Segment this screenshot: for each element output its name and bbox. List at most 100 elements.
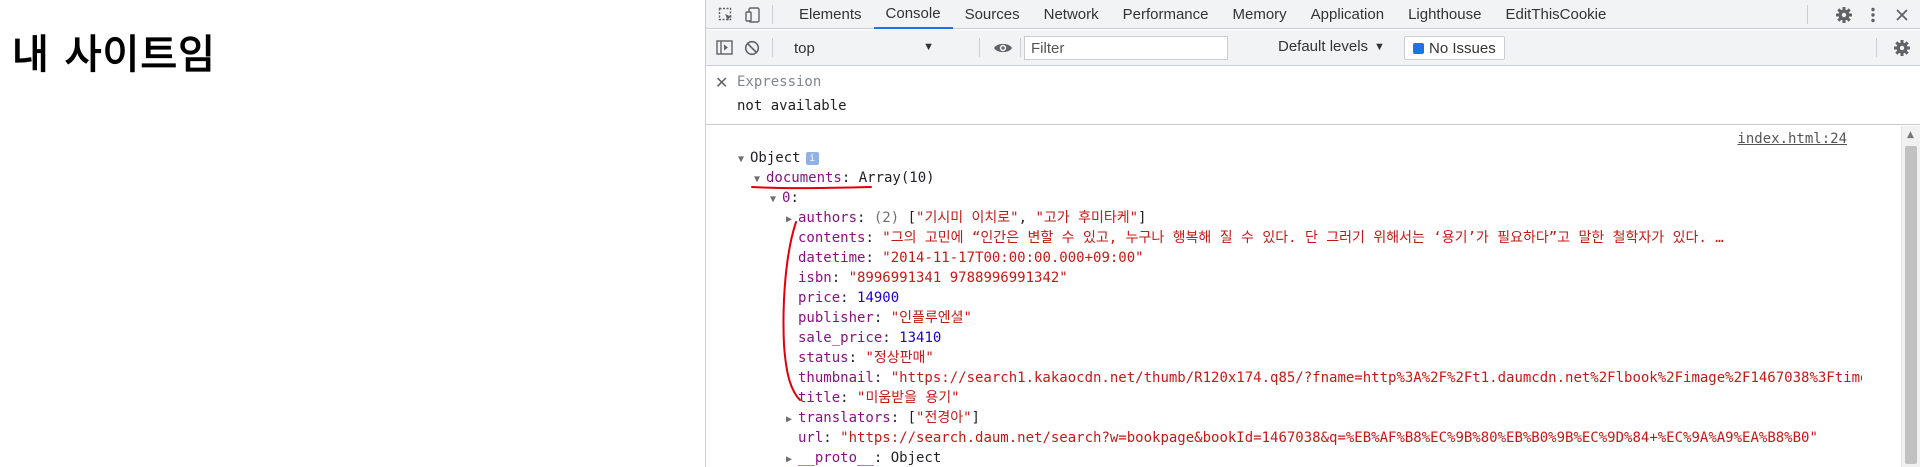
clear-console-icon[interactable] — [738, 33, 766, 62]
issues-button[interactable]: No Issues — [1404, 36, 1505, 60]
expand-arrow-icon[interactable]: ▼ — [738, 150, 750, 168]
expand-arrow-icon[interactable]: ▶ — [786, 210, 798, 228]
property-key: __proto__ — [798, 450, 874, 466]
context-value: top — [794, 39, 815, 57]
documents-row[interactable]: ▼ documents: Array(10) — [754, 168, 935, 188]
devtools-tabs: Elements Console Sources Network Perform… — [787, 0, 1618, 29]
property-key: thumbnail — [798, 370, 874, 386]
property-row-translators[interactable]: ▶ translators: ["전경아"] — [786, 408, 1862, 428]
log-levels-dropdown[interactable]: Default levels ▼ — [1278, 38, 1385, 55]
property-value: "그의 고민에 “인간은 변할 수 있고, 누구나 행복해 질 수 있다. 단 … — [882, 230, 1724, 246]
property-row-datetime[interactable]: datetime: "2014-11-17T00:00:00.000+09:00… — [786, 248, 1862, 268]
page-heading: 내 사이트임 — [12, 32, 216, 78]
tab-sources[interactable]: Sources — [953, 0, 1032, 29]
property-value: 14900 — [857, 290, 900, 306]
toolbar-divider — [772, 38, 773, 57]
property-row-contents[interactable]: contents: "그의 고민에 “인간은 변할 수 있고, 누구나 행복해 … — [786, 228, 1862, 248]
expression-name[interactable]: Expression — [737, 74, 821, 90]
info-icon[interactable]: i — [805, 152, 819, 165]
property-value: ["전경아"] — [907, 410, 980, 426]
property-row-status[interactable]: status: "정상판매" — [786, 348, 1862, 368]
property-key: price — [798, 290, 841, 306]
property-value: Object — [890, 450, 942, 466]
property-key: status — [798, 350, 849, 366]
property-key: title — [798, 390, 841, 406]
dropdown-arrow-icon: ▼ — [1374, 40, 1385, 53]
toolbar-divider — [772, 5, 773, 24]
inspect-element-icon[interactable] — [712, 0, 740, 29]
object-root-row[interactable]: ▼ Object i — [738, 148, 819, 168]
tab-network[interactable]: Network — [1032, 0, 1111, 29]
property-row-isbn[interactable]: isbn: "8996991341 9788996991342" — [786, 268, 1862, 288]
property-value: "정상판매" — [865, 350, 934, 366]
property-row-title[interactable]: title: "미움받을 용기" — [786, 388, 1862, 408]
property-value: "2014-11-17T00:00:00.000+09:00" — [882, 250, 1144, 266]
expression-value: not available — [737, 98, 847, 114]
property-row-thumbnail[interactable]: thumbnail: "https://search1.kakaocdn.net… — [786, 368, 1862, 388]
property-row-url[interactable]: url: "https://search.daum.net/search?w=b… — [786, 428, 1862, 448]
property-key: datetime — [798, 250, 866, 266]
more-options-icon[interactable] — [1859, 0, 1887, 29]
property-key: publisher — [798, 310, 874, 326]
filter-input[interactable] — [1024, 36, 1228, 60]
property-key: isbn — [798, 270, 832, 286]
console-toolbar: top ▼ Default levels ▼ No Issues — [706, 30, 1920, 66]
tab-memory[interactable]: Memory — [1221, 0, 1299, 29]
device-toolbar-icon[interactable] — [739, 0, 767, 29]
index-0-row[interactable]: ▼ 0: — [770, 188, 799, 208]
issues-label: No Issues — [1429, 39, 1496, 57]
property-value: "https://search.daum.net/search?w=bookpa… — [840, 430, 1818, 446]
tab-console[interactable]: Console — [873, 0, 953, 29]
remove-expression-close-icon[interactable]: ✕ — [715, 73, 728, 92]
tab-editthiscookie[interactable]: EditThisCookie — [1493, 0, 1618, 29]
property-value: "미움받을 용기" — [857, 390, 960, 406]
settings-gear-icon[interactable] — [1830, 0, 1858, 29]
tab-lighthouse[interactable]: Lighthouse — [1396, 0, 1493, 29]
expand-arrow-icon[interactable]: ▼ — [754, 170, 766, 188]
toolbar-divider — [1807, 5, 1808, 24]
close-devtools-icon[interactable] — [1888, 0, 1916, 29]
tab-performance[interactable]: Performance — [1111, 0, 1221, 29]
property-value: "https://search1.kakaocdn.net/thumb/R120… — [890, 370, 1862, 386]
dropdown-arrow-icon: ▼ — [923, 41, 934, 53]
context-selector[interactable]: top ▼ — [794, 38, 934, 58]
console-output: index.html:24 ▼ Object i ▼ documents: Array… — [706, 126, 1902, 467]
property-row---proto--[interactable]: ▶ __proto__: Object — [786, 448, 1862, 467]
object-label: Object — [750, 150, 801, 166]
property-value: "인플루엔셜" — [890, 310, 972, 326]
live-expression-eye-icon[interactable] — [989, 33, 1017, 62]
tab-elements[interactable]: Elements — [787, 0, 874, 29]
documents-key: documents — [766, 170, 842, 186]
property-value: "8996991341 9788996991342" — [848, 270, 1068, 286]
toolbar-divider — [1020, 38, 1021, 57]
scroll-thumb[interactable] — [1905, 146, 1917, 464]
property-value: (2) ["기시미 이치로", "고가 후미타케"] — [873, 210, 1147, 226]
index-key: 0 — [782, 190, 791, 206]
scroll-up-arrow-icon[interactable]: ▲ — [1907, 130, 1914, 140]
live-expression: ✕ Expression not available — [706, 67, 1920, 125]
devtools-tabbar: Elements Console Sources Network Perform… — [706, 0, 1920, 29]
expand-arrow-icon[interactable]: ▼ — [770, 190, 782, 208]
property-row-authors[interactable]: ▶ authors: (2) ["기시미 이치로", "고가 후미타케"] — [786, 208, 1862, 228]
property-row-sale-price[interactable]: sale_price: 13410 — [786, 328, 1862, 348]
expand-arrow-icon[interactable]: ▶ — [786, 450, 798, 467]
property-key: contents — [798, 230, 866, 246]
tab-application[interactable]: Application — [1299, 0, 1396, 29]
console-settings-gear-icon[interactable] — [1888, 33, 1916, 62]
property-key: translators — [798, 410, 891, 426]
source-link[interactable]: index.html:24 — [1737, 131, 1847, 147]
expand-arrow-icon[interactable]: ▶ — [786, 410, 798, 428]
property-row-price[interactable]: price: 14900 — [786, 288, 1862, 308]
toolbar-divider — [979, 38, 980, 57]
issues-icon — [1413, 42, 1424, 54]
web-page: 내 사이트임 — [0, 0, 705, 467]
documents-value: Array(10) — [858, 170, 935, 186]
property-value: 13410 — [899, 330, 942, 346]
property-row-publisher[interactable]: publisher: "인플루엔셜" — [786, 308, 1862, 328]
toolbar-divider — [1876, 38, 1877, 57]
console-scrollbar[interactable]: ▲ — [1901, 126, 1920, 467]
property-key: authors — [798, 210, 858, 226]
show-sidebar-icon[interactable] — [710, 33, 738, 62]
property-key: sale_price — [798, 330, 883, 346]
log-levels-label: Default levels — [1278, 38, 1369, 55]
